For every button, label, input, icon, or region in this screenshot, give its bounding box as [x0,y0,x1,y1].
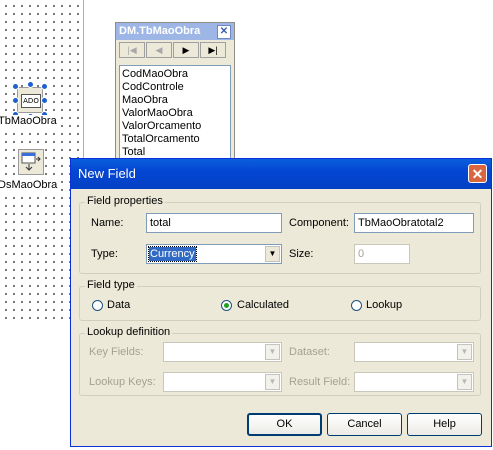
field-item[interactable]: MaoObra [122,94,228,107]
nav-first-button[interactable]: |◀ [119,42,145,58]
fields-editor-title: DM.TbMaoObra [119,25,201,37]
chevron-down-icon[interactable]: ▼ [265,374,280,390]
datasource-icon [21,152,41,171]
selection-handle[interactable] [27,81,34,88]
lookup-keys-select[interactable]: ▼ [163,372,282,392]
type-select-value: Currency [148,246,197,262]
selection-handle[interactable] [12,83,19,90]
ok-button[interactable]: OK [247,413,322,436]
dialog-titlebar[interactable]: New Field ✕ [71,159,491,189]
radio-lookup[interactable] [351,300,362,311]
fields-list[interactable]: CodMaoObra CodControle MaoObra ValorMaoO… [119,65,231,161]
chevron-down-icon[interactable]: ▼ [265,246,280,262]
size-field[interactable]: 0 [354,244,410,264]
result-field-select[interactable]: ▼ [354,372,474,392]
field-type-legend: Field type [85,279,137,291]
result-field-label: Result Field: [289,376,351,388]
type-label: Type: [91,248,118,260]
component-label-dsmaoobra: DsMaoObra [0,179,58,191]
new-field-dialog: New Field ✕ Field properties Name: total… [70,158,492,447]
cancel-button[interactable]: Cancel [327,413,402,436]
nav-next-button[interactable]: ▶ [173,42,199,58]
dataset-label: Dataset: [289,346,330,358]
field-item[interactable]: CodControle [122,81,228,94]
chevron-down-icon[interactable]: ▼ [265,344,280,360]
radio-calculated[interactable] [221,300,232,311]
help-button[interactable]: Help [407,413,482,436]
datasource-component-icon[interactable] [18,149,44,175]
component-field[interactable]: TbMaoObratotal2 [354,213,474,233]
component-label: Component: [289,217,349,229]
name-label: Name: [91,217,124,229]
field-item[interactable]: ValorOrcamento [122,120,228,133]
dataset-select[interactable]: ▼ [354,342,474,362]
nav-prior-button[interactable]: ◀ [146,42,172,58]
radio-calculated-label[interactable]: Calculated [237,299,289,311]
close-button[interactable]: ✕ [468,164,487,183]
field-properties-group: Field properties Name: total Component: … [79,195,481,274]
selection-handle[interactable] [12,97,19,104]
field-item[interactable]: ValorMaoObra [122,107,228,120]
selection-handle[interactable] [41,97,48,104]
field-item[interactable]: CodMaoObra [122,68,228,81]
radio-data-label[interactable]: Data [107,299,130,311]
field-item[interactable]: TotalOrcamento [122,133,228,146]
field-type-group: Field type Data Calculated Lookup [79,279,481,321]
selection-handle[interactable] [41,83,48,90]
size-label: Size: [289,248,314,260]
fields-editor-window: DM.TbMaoObra ✕ |◀ ◀ ▶ ▶| CodMaoObra CodC… [115,22,235,162]
lookup-definition-legend: Lookup definition [85,326,173,338]
type-select[interactable]: Currency ▼ [146,244,282,264]
key-fields-label: Key Fields: [89,346,144,358]
dialog-title: New Field [78,166,136,181]
radio-data[interactable] [92,300,103,311]
close-icon[interactable]: ✕ [217,25,231,39]
ado-table-component-icon[interactable]: ADO [17,87,43,113]
dataset-navigator: |◀ ◀ ▶ ▶| [116,40,234,60]
key-fields-select[interactable]: ▼ [163,342,282,362]
chevron-down-icon[interactable]: ▼ [457,374,472,390]
lookup-keys-label: Lookup Keys: [89,376,156,388]
chevron-down-icon[interactable]: ▼ [457,344,472,360]
name-field[interactable]: total [146,213,282,233]
radio-lookup-label[interactable]: Lookup [366,299,402,311]
lookup-definition-group: Lookup definition Key Fields: ▼ Dataset:… [79,326,481,396]
nav-last-button[interactable]: ▶| [200,42,226,58]
fields-editor-titlebar[interactable]: DM.TbMaoObra ✕ [116,23,234,40]
component-label-tbmaoobra: TbMaoObra [0,115,57,127]
field-properties-legend: Field properties [85,195,165,207]
ado-icon-label: ADO [21,94,41,108]
